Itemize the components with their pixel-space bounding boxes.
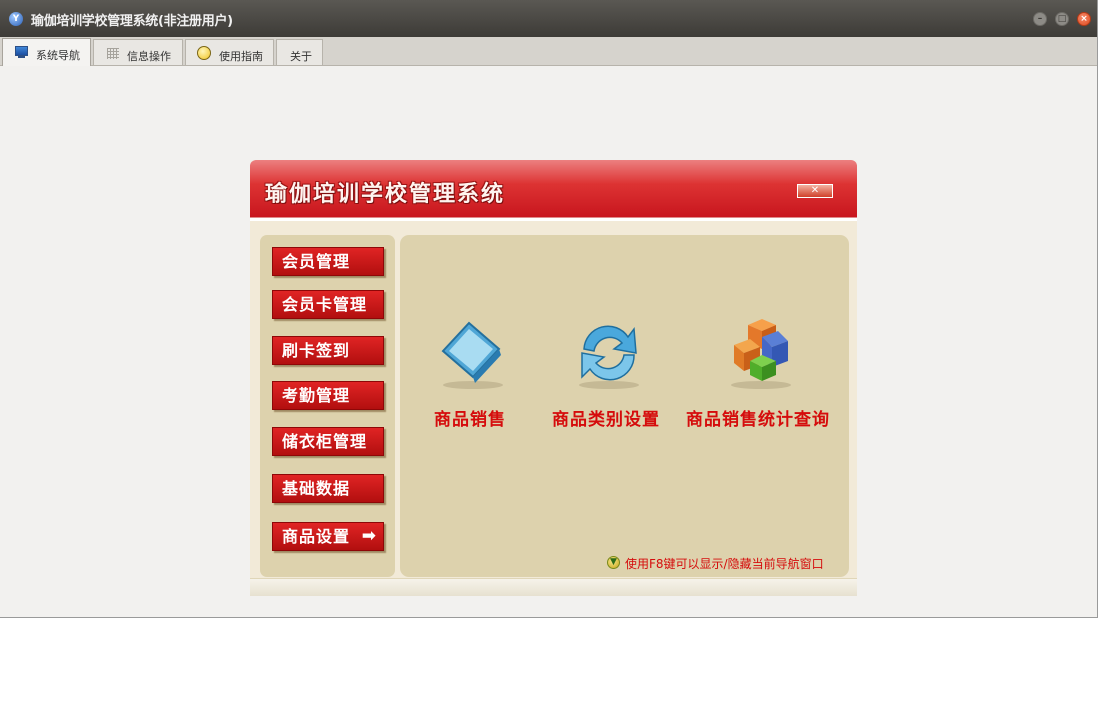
feature-product-sales-statistics[interactable]: 商品销售统计查询	[686, 315, 838, 445]
tab-bar: 系统导航 信息操作 使用指南 关于	[0, 37, 1097, 66]
panel-close-button[interactable]: ✕	[797, 184, 833, 198]
nav-toggle-hint: 使用F8键可以显示/隐藏当前导航窗口	[625, 557, 824, 571]
menu-label: 会员卡管理	[282, 295, 368, 314]
panel-footer	[250, 578, 857, 596]
menu-label: 会员管理	[282, 252, 351, 271]
monitor-icon	[15, 46, 28, 58]
navigation-panel: 瑜伽培训学校管理系统 ✕ 会员管理 会员卡管理 刷卡签到 考勤管理 储衣柜管理 …	[250, 160, 857, 596]
feature-product-sales[interactable]: 商品销售	[428, 315, 516, 445]
feature-product-category-settings[interactable]: 商品类别设置	[552, 315, 668, 445]
tab-about[interactable]: 关于	[276, 39, 323, 65]
menu-basic-data[interactable]: 基础数据	[272, 474, 384, 503]
menu-label: 商品设置	[282, 527, 351, 546]
tab-label: 信息操作	[127, 50, 171, 63]
app-window: Y 瑜伽培训学校管理系统(非注册用户) – □ × 系统导航 信息操作 使用指南…	[0, 0, 1098, 618]
feature-label: 商品销售统计查询	[686, 410, 830, 430]
grid-icon	[107, 48, 119, 59]
maximize-button[interactable]: □	[1055, 12, 1069, 26]
minimize-icon: –	[1037, 14, 1043, 24]
tab-info-ops[interactable]: 信息操作	[93, 39, 183, 65]
close-icon: ✕	[810, 185, 820, 196]
menu-member-card-management[interactable]: 会员卡管理	[272, 290, 384, 319]
menu-label: 刷卡签到	[282, 341, 351, 360]
tab-system-nav[interactable]: 系统导航	[2, 38, 91, 66]
cubes-icon	[731, 319, 791, 389]
monitor-product-icon	[441, 321, 503, 389]
refresh-icon	[579, 325, 639, 389]
app-logo-icon: Y	[9, 12, 23, 26]
menu-member-management[interactable]: 会员管理	[272, 247, 384, 276]
feature-label: 商品类别设置	[552, 410, 660, 430]
menu-product-settings[interactable]: 商品设置 ➡	[272, 522, 384, 551]
tab-label: 使用指南	[219, 50, 263, 63]
panel-title: 瑜伽培训学校管理系统	[265, 181, 506, 207]
close-icon: ×	[1080, 14, 1088, 24]
window-title: 瑜伽培训学校管理系统(非注册用户)	[31, 14, 233, 29]
maximize-icon: □	[1057, 14, 1067, 24]
feature-label: 商品销售	[434, 410, 506, 430]
menu-label: 基础数据	[282, 479, 351, 498]
panel-header: 瑜伽培训学校管理系统 ✕	[250, 160, 857, 217]
help-icon	[197, 46, 211, 60]
feature-area: 商品销售 商品类别设置 商品销售统计查询 ▼ 使用F8键可以显示/隐藏当前导航窗…	[400, 235, 849, 577]
menu-label: 储衣柜管理	[282, 432, 368, 451]
menu-card-checkin[interactable]: 刷卡签到	[272, 336, 384, 365]
tab-label: 系统导航	[36, 49, 80, 62]
download-arrow-icon: ▼	[607, 556, 620, 569]
menu-attendance[interactable]: 考勤管理	[272, 381, 384, 410]
close-button[interactable]: ×	[1077, 12, 1091, 26]
panel-body: 会员管理 会员卡管理 刷卡签到 考勤管理 储衣柜管理 基础数据 商品设置 ➡ 商品…	[250, 221, 857, 595]
minimize-button[interactable]: –	[1033, 12, 1047, 26]
menu-column: 会员管理 会员卡管理 刷卡签到 考勤管理 储衣柜管理 基础数据 商品设置 ➡	[260, 235, 395, 577]
arrow-right-icon: ➡	[361, 526, 377, 546]
menu-locker-management[interactable]: 储衣柜管理	[272, 427, 384, 456]
tab-label: 关于	[290, 50, 312, 63]
tab-user-guide[interactable]: 使用指南	[185, 39, 274, 65]
menu-label: 考勤管理	[282, 386, 351, 405]
title-bar: Y 瑜伽培训学校管理系统(非注册用户) – □ ×	[0, 0, 1097, 37]
